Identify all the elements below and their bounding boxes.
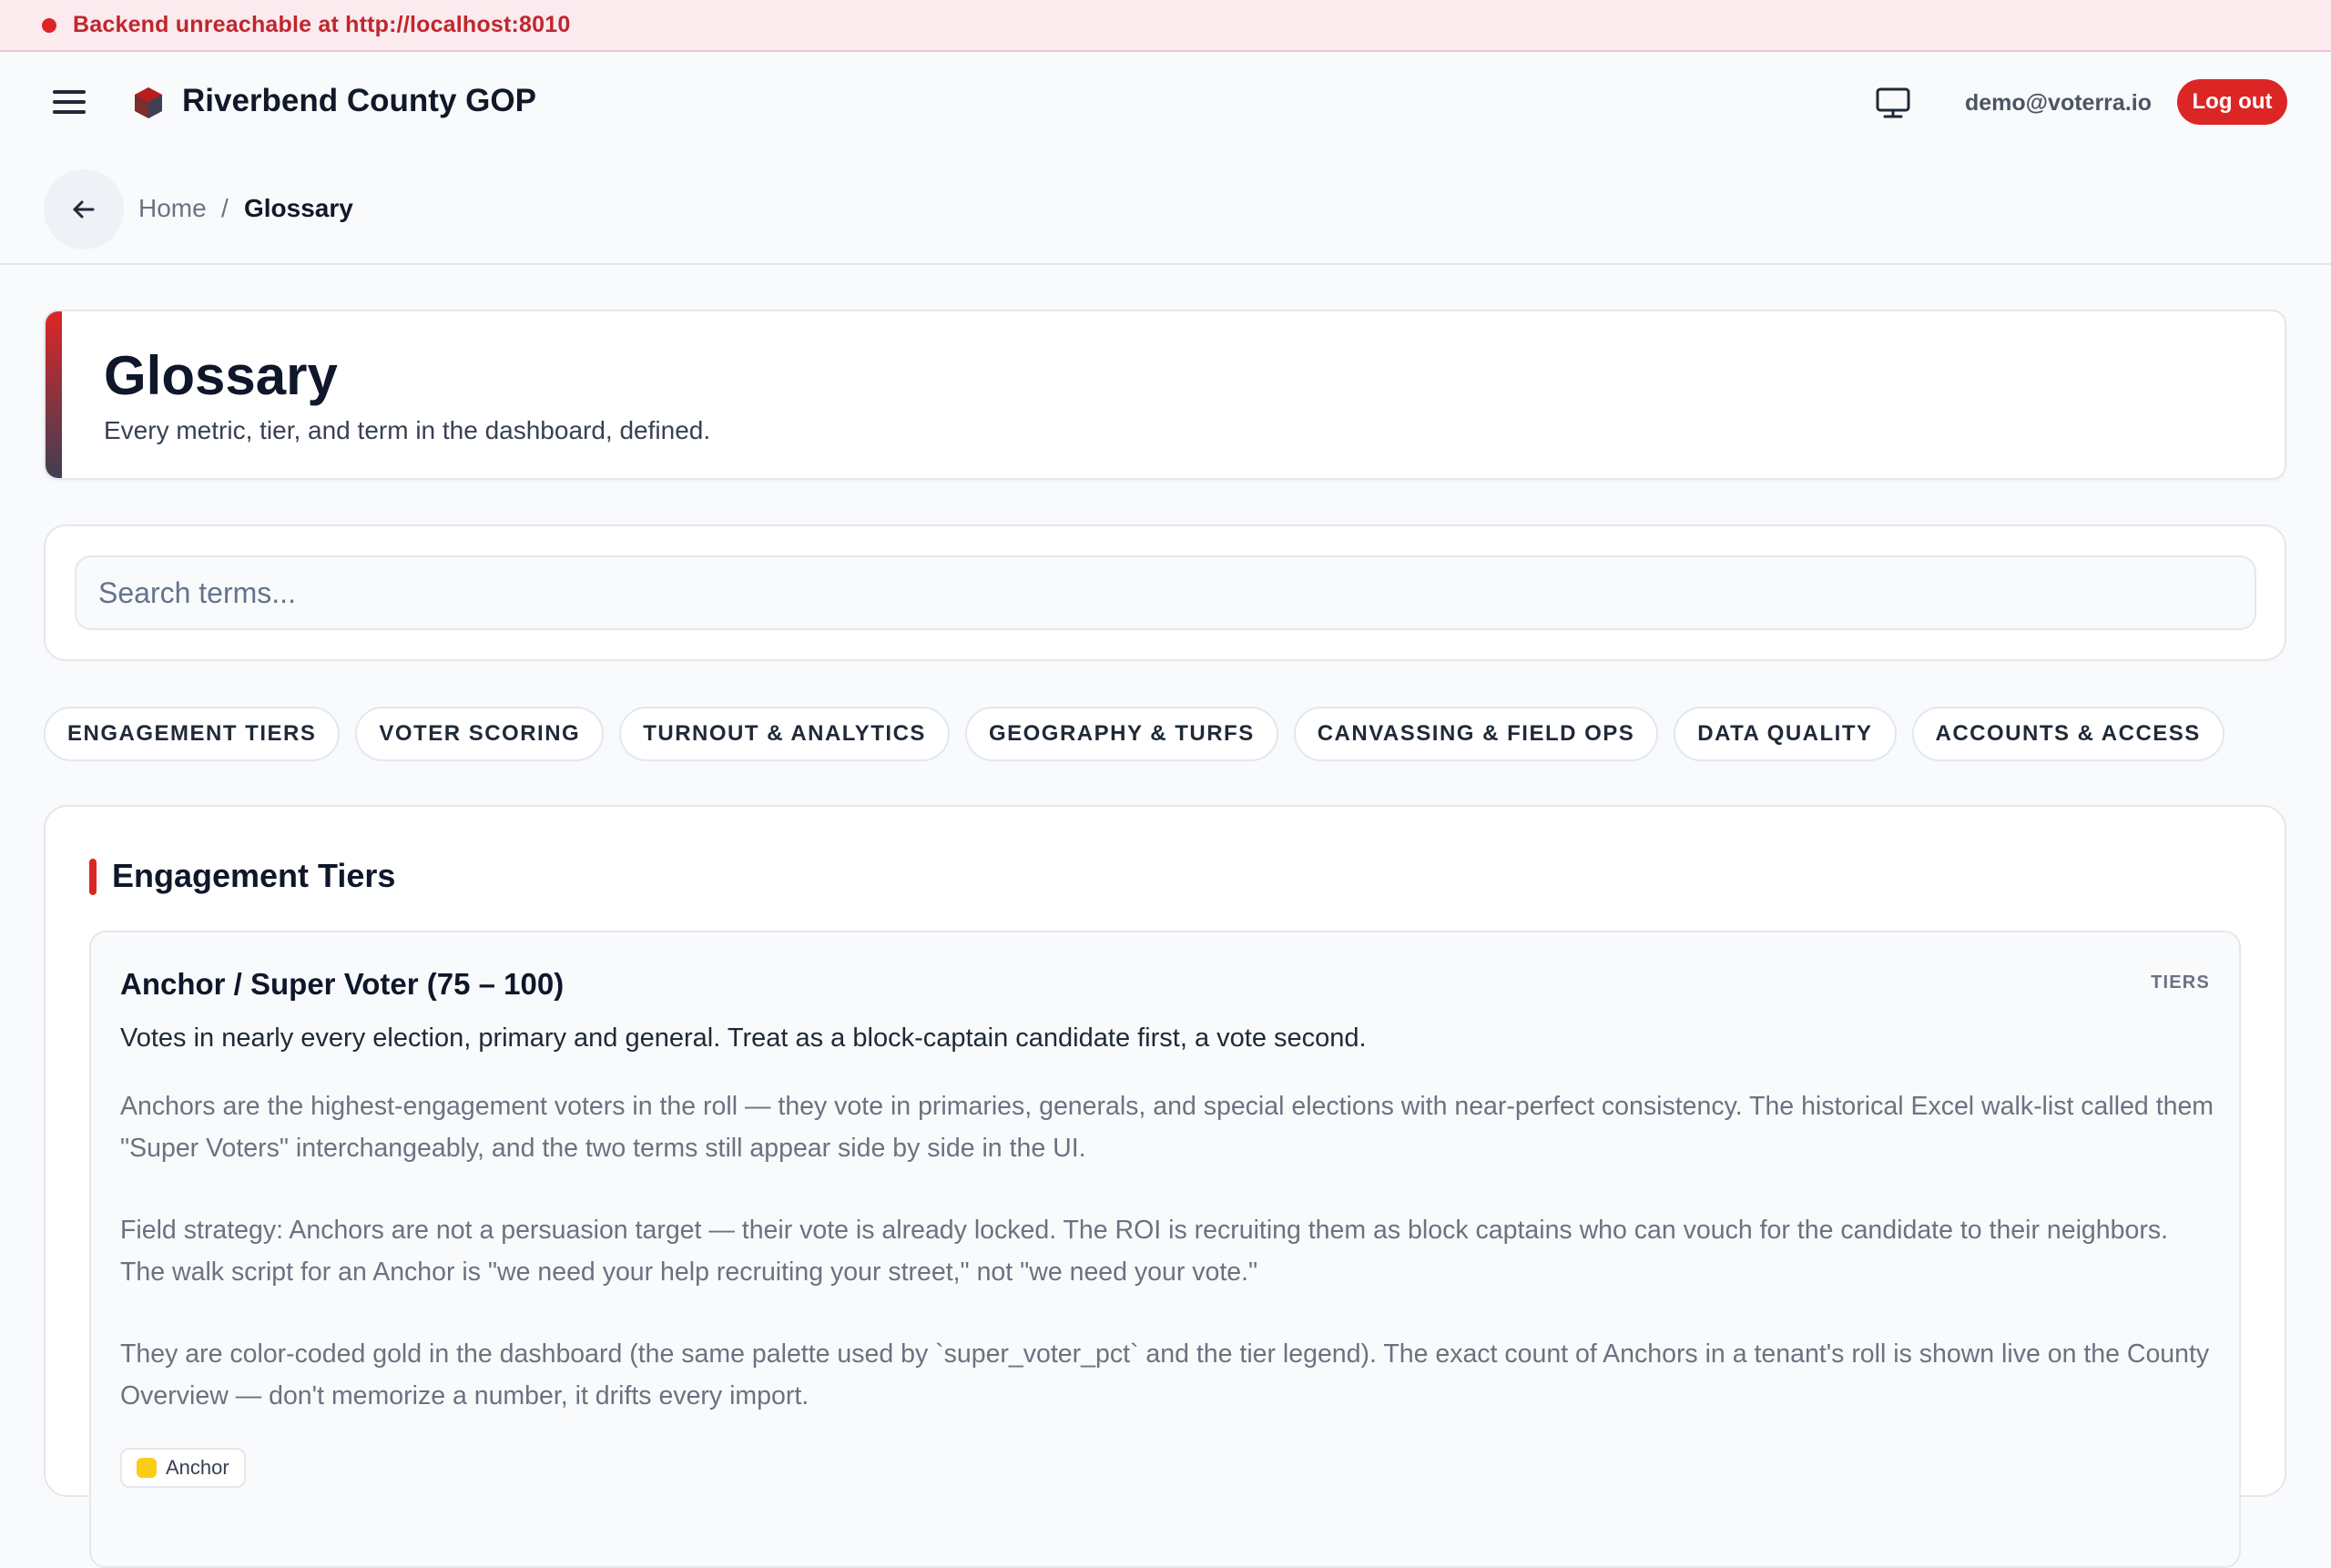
- arrow-left-icon: [73, 200, 95, 219]
- user-email: demo@voterra.io: [1950, 77, 2166, 128]
- glossary-term-card: Anchor / Super Voter (75 – 100) TIERS Vo…: [89, 931, 2241, 1568]
- logout-button[interactable]: Log out: [2177, 79, 2287, 125]
- breadcrumb-separator: /: [221, 194, 229, 222]
- search-input[interactable]: [75, 555, 2256, 630]
- section-title: Engagement Tiers: [112, 857, 396, 894]
- category-chip-turnout-analytics[interactable]: TURNOUT & ANALYTICS: [619, 707, 950, 761]
- category-chip-voter-scoring[interactable]: VOTER SCORING: [355, 707, 605, 761]
- title-accent-bar: [46, 311, 62, 478]
- tier-badge: Anchor: [120, 1448, 246, 1488]
- category-chip-accounts-access[interactable]: ACCOUNTS & ACCESS: [1911, 707, 2224, 761]
- term-paragraph: Anchors are the highest-engagement voter…: [120, 1092, 2214, 1163]
- page-title: Glossary: [104, 345, 338, 406]
- tier-color-swatch: [137, 1458, 157, 1478]
- error-dot-icon: [42, 17, 56, 33]
- backend-error-banner: Backend unreachable at http://localhost:…: [0, 0, 2331, 52]
- breadcrumb-current: Glossary: [244, 194, 353, 222]
- category-chip-geography-turfs[interactable]: GEOGRAPHY & TURFS: [964, 707, 1278, 761]
- page-subtitle: Every metric, tier, and term in the dash…: [104, 416, 711, 444]
- banner-message: Backend unreachable at http://localhost:…: [73, 12, 571, 37]
- term-description: Anchors are the highest-engagement voter…: [120, 1085, 2214, 1457]
- monitor-icon[interactable]: [1874, 85, 1912, 121]
- hamburger-menu-icon[interactable]: [53, 88, 86, 116]
- category-chip-canvassing-field-ops[interactable]: CANVASSING & FIELD OPS: [1293, 707, 1659, 761]
- logo-icon: [135, 87, 162, 118]
- term-paragraph: They are color-coded gold in the dashboa…: [120, 1339, 2210, 1410]
- term-paragraph: Field strategy: Anchors are not a persua…: [120, 1216, 2168, 1287]
- glossary-section-engagement-tiers: Engagement Tiers Anchor / Super Voter (7…: [44, 805, 2286, 1568]
- category-chip-data-quality[interactable]: DATA QUALITY: [1674, 707, 1897, 761]
- search-card: [44, 524, 2286, 661]
- org-name: Riverbend County GOP: [182, 83, 536, 118]
- category-filter-bar: ENGAGEMENT TIERS VOTER SCORING TURNOUT &…: [44, 707, 2224, 761]
- tier-badge-label: Anchor: [166, 1456, 229, 1479]
- app-header: Riverbend County GOP demo@voterra.io Log…: [0, 52, 2331, 154]
- back-button[interactable]: [44, 169, 124, 249]
- term-title: Anchor / Super Voter (75 – 100): [120, 967, 565, 1001]
- breadcrumb-home-link[interactable]: Home: [138, 194, 207, 223]
- section-accent-bar: [89, 859, 97, 895]
- term-short-definition: Votes in nearly every election, primary …: [120, 1023, 1367, 1053]
- page-header-card: Glossary Every metric, tier, and term in…: [44, 310, 2286, 480]
- category-chip-engagement-tiers[interactable]: ENGAGEMENT TIERS: [44, 707, 341, 761]
- breadcrumb: Home / Glossary: [0, 154, 2331, 265]
- term-category-tag: TIERS: [2151, 972, 2210, 993]
